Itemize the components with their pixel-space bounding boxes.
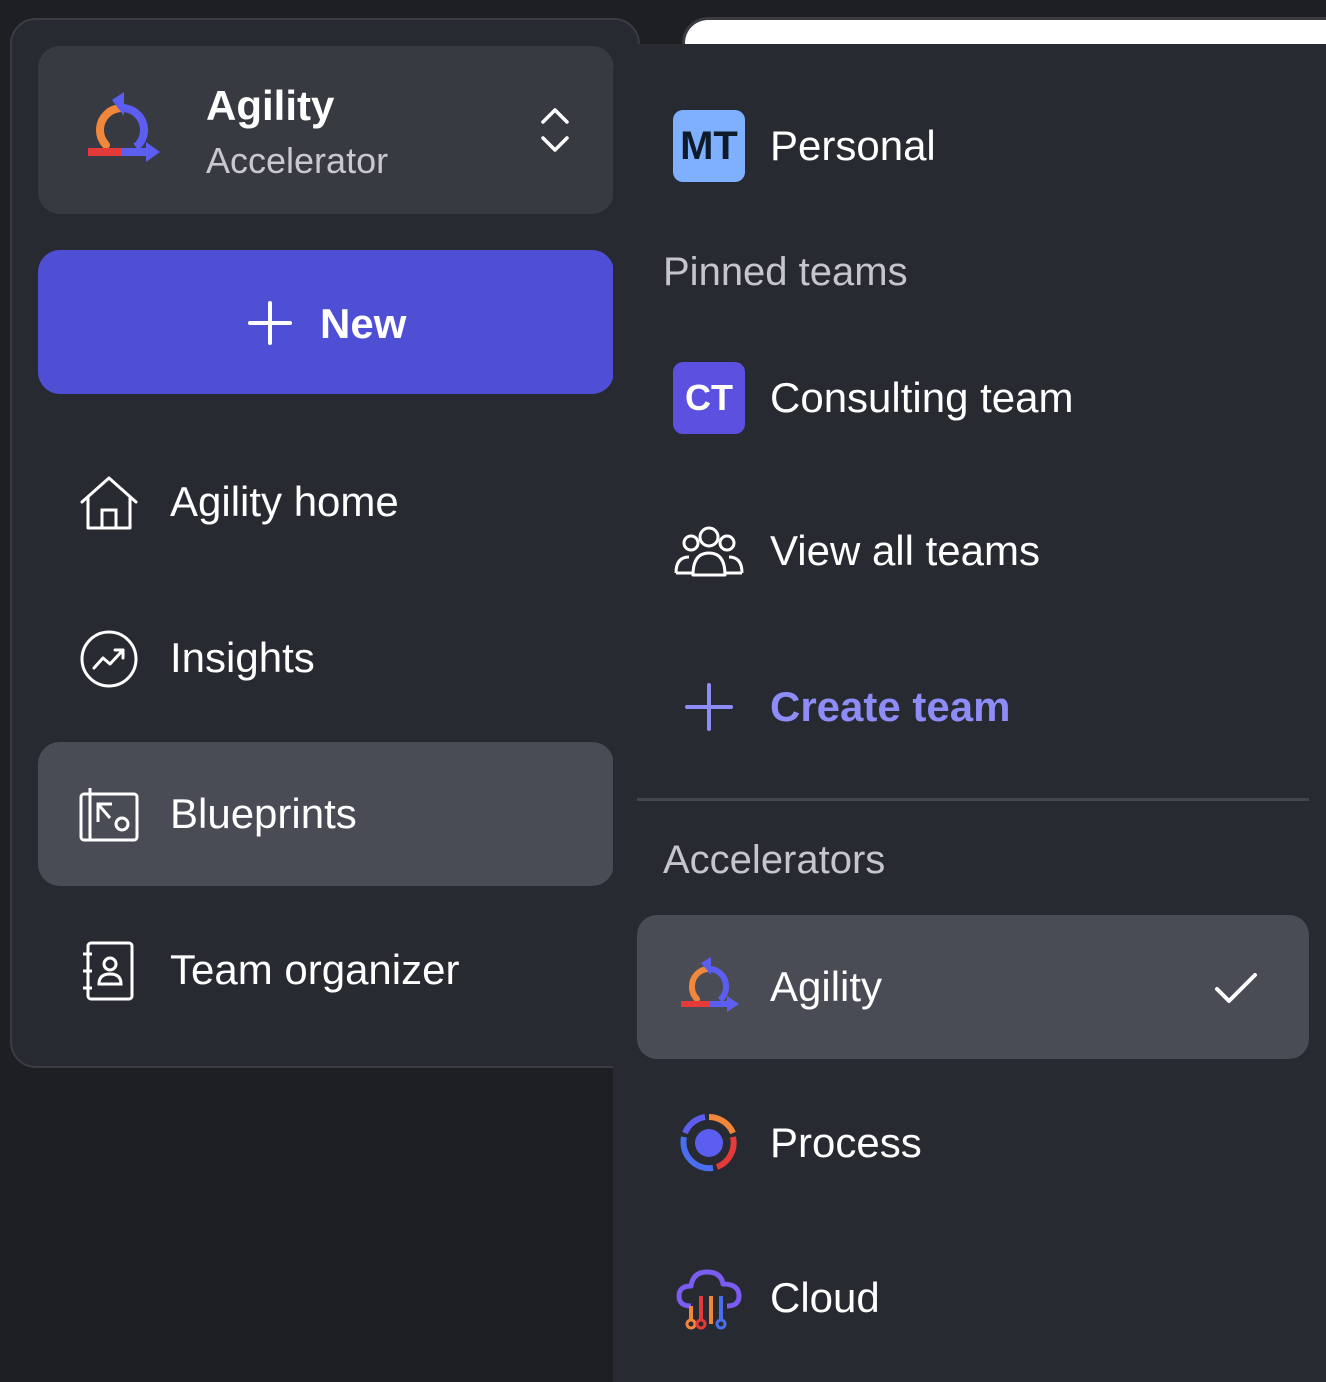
divider: [637, 798, 1309, 801]
create-team-label: Create team: [770, 683, 1011, 730]
agility-logo-icon: [88, 92, 160, 162]
pinned-teams-heading: Pinned teams: [663, 250, 908, 294]
plus-icon: [248, 301, 292, 345]
chevron-up-down-icon: [541, 108, 569, 152]
accelerator-switcher[interactable]: Agility Accelerator: [38, 46, 614, 214]
process-logo-icon: [680, 1114, 737, 1172]
nav-item-label: Team organizer: [170, 946, 460, 993]
new-button-label: New: [320, 300, 407, 347]
switcher-subtitle: Accelerator: [206, 140, 389, 181]
nav-item-label: Agility home: [170, 478, 399, 525]
switcher-title: Agility: [206, 82, 335, 129]
cloud-logo-icon: [676, 1269, 742, 1330]
nav-item-blueprints[interactable]: Blueprints: [38, 742, 614, 886]
workspace-personal[interactable]: MT Personal: [637, 74, 1309, 218]
nav-item-team-organizer[interactable]: Team organizer: [38, 898, 614, 1042]
accelerator-label: Agility: [770, 963, 883, 1010]
home-icon: [80, 476, 138, 530]
accelerators-heading: Accelerators: [663, 838, 886, 882]
nav-item-agility-home[interactable]: Agility home: [38, 430, 614, 574]
team-label: Consulting team: [770, 374, 1074, 421]
avatar: CT: [673, 362, 745, 434]
workspace-dropdown: MT Personal Pinned teams CT Consulting t…: [613, 44, 1326, 1382]
nav-item-insights[interactable]: Insights: [38, 586, 614, 730]
contact-book-icon: [83, 941, 134, 1001]
nav-item-label: Blueprints: [170, 790, 357, 837]
accelerator-process[interactable]: Process: [637, 1071, 1309, 1215]
nav-item-label: Insights: [170, 634, 315, 681]
blueprint-icon: [79, 788, 139, 842]
accelerator-agility[interactable]: Agility: [637, 915, 1309, 1059]
new-button[interactable]: New: [38, 250, 614, 394]
plus-icon: [685, 683, 733, 731]
view-all-teams-label: View all teams: [770, 527, 1041, 574]
team-consulting[interactable]: CT Consulting team: [637, 326, 1309, 470]
avatar: MT: [673, 110, 745, 182]
create-team-link[interactable]: Create team: [637, 635, 1309, 779]
agility-logo-icon: [681, 957, 739, 1012]
accelerator-label: Cloud: [770, 1274, 880, 1321]
trending-up-icon: [80, 630, 138, 688]
users-group-icon: [674, 526, 744, 577]
view-all-teams[interactable]: View all teams: [637, 479, 1309, 623]
accelerator-cloud[interactable]: Cloud: [637, 1226, 1309, 1370]
sidebar: Agility Accelerator New Agility home Ins…: [10, 18, 640, 1068]
checkmark-icon: [1215, 973, 1257, 1003]
accelerator-label: Process: [770, 1119, 922, 1166]
workspace-label: Personal: [770, 122, 936, 169]
